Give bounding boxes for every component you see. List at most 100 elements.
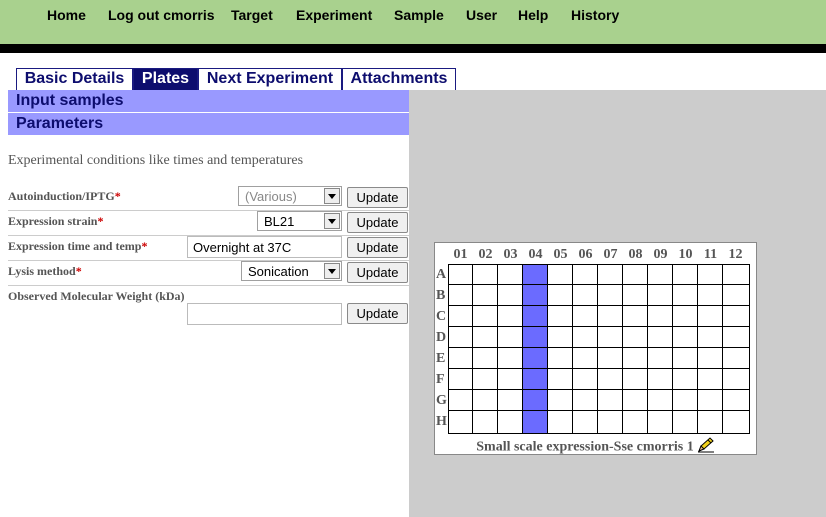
parameters-header[interactable]: Parameters bbox=[8, 112, 409, 135]
tab-basic-details[interactable]: Basic Details bbox=[16, 68, 133, 90]
tab-plates[interactable]: Plates bbox=[133, 68, 198, 90]
plate-well-F06[interactable] bbox=[573, 369, 598, 390]
plate-well-F09[interactable] bbox=[648, 369, 673, 390]
plate-well-C04[interactable] bbox=[523, 306, 548, 327]
plate-well-G04[interactable] bbox=[523, 390, 548, 411]
nav-target-link[interactable]: Target bbox=[231, 7, 273, 23]
update-expression-time-button[interactable]: Update bbox=[347, 237, 408, 258]
lysis-method-select[interactable]: Sonication bbox=[241, 261, 342, 281]
plate-well-B12[interactable] bbox=[723, 285, 750, 306]
plate-well-G06[interactable] bbox=[573, 390, 598, 411]
plate-well-H11[interactable] bbox=[698, 411, 723, 434]
plate-well-H03[interactable] bbox=[498, 411, 523, 434]
plate-well-D09[interactable] bbox=[648, 327, 673, 348]
plate-well-E01[interactable] bbox=[448, 348, 473, 369]
plate-well-G07[interactable] bbox=[598, 390, 623, 411]
plate-well-E04[interactable] bbox=[523, 348, 548, 369]
plate-well-C02[interactable] bbox=[473, 306, 498, 327]
plate-well-F10[interactable] bbox=[673, 369, 698, 390]
plate-well-G03[interactable] bbox=[498, 390, 523, 411]
tab-next-experiment[interactable]: Next Experiment bbox=[198, 68, 342, 90]
plate-well-D01[interactable] bbox=[448, 327, 473, 348]
plate-well-C06[interactable] bbox=[573, 306, 598, 327]
plate-well-E02[interactable] bbox=[473, 348, 498, 369]
nav-experiment-link[interactable]: Experiment bbox=[296, 7, 372, 23]
plate-well-D11[interactable] bbox=[698, 327, 723, 348]
expression-strain-select[interactable]: BL21 bbox=[257, 211, 342, 231]
plate-well-E06[interactable] bbox=[573, 348, 598, 369]
plate-well-D05[interactable] bbox=[548, 327, 573, 348]
plate-well-D07[interactable] bbox=[598, 327, 623, 348]
plate-well-H06[interactable] bbox=[573, 411, 598, 434]
plate-well-G12[interactable] bbox=[723, 390, 750, 411]
plate-well-E03[interactable] bbox=[498, 348, 523, 369]
plate-well-C12[interactable] bbox=[723, 306, 750, 327]
plate-well-E07[interactable] bbox=[598, 348, 623, 369]
molecular-weight-input[interactable] bbox=[187, 303, 342, 325]
plate-well-H09[interactable] bbox=[648, 411, 673, 434]
plate-well-G05[interactable] bbox=[548, 390, 573, 411]
plate-well-A03[interactable] bbox=[498, 264, 523, 285]
plate-well-F03[interactable] bbox=[498, 369, 523, 390]
plate-well-C08[interactable] bbox=[623, 306, 648, 327]
plate-well-H08[interactable] bbox=[623, 411, 648, 434]
plate-well-D02[interactable] bbox=[473, 327, 498, 348]
plate-well-G08[interactable] bbox=[623, 390, 648, 411]
plate-well-A06[interactable] bbox=[573, 264, 598, 285]
plate-well-A07[interactable] bbox=[598, 264, 623, 285]
plate-well-C11[interactable] bbox=[698, 306, 723, 327]
plate-well-B06[interactable] bbox=[573, 285, 598, 306]
plate-well-H07[interactable] bbox=[598, 411, 623, 434]
plate-well-A01[interactable] bbox=[448, 264, 473, 285]
plate-well-G09[interactable] bbox=[648, 390, 673, 411]
plate-well-C01[interactable] bbox=[448, 306, 473, 327]
plate-well-E09[interactable] bbox=[648, 348, 673, 369]
plate-well-D06[interactable] bbox=[573, 327, 598, 348]
plate-well-E10[interactable] bbox=[673, 348, 698, 369]
plate-well-A09[interactable] bbox=[648, 264, 673, 285]
nav-home-link[interactable]: Home bbox=[47, 7, 86, 23]
plate-well-E12[interactable] bbox=[723, 348, 750, 369]
plate-well-F01[interactable] bbox=[448, 369, 473, 390]
plate-well-E11[interactable] bbox=[698, 348, 723, 369]
plate-well-A08[interactable] bbox=[623, 264, 648, 285]
plate-well-G01[interactable] bbox=[448, 390, 473, 411]
plate-well-B01[interactable] bbox=[448, 285, 473, 306]
plate-well-F05[interactable] bbox=[548, 369, 573, 390]
plate-well-G10[interactable] bbox=[673, 390, 698, 411]
plate-well-H01[interactable] bbox=[448, 411, 473, 434]
plate-well-F12[interactable] bbox=[723, 369, 750, 390]
plate-well-B07[interactable] bbox=[598, 285, 623, 306]
autoinduction-select[interactable]: (Various) bbox=[238, 186, 342, 206]
plate-well-F07[interactable] bbox=[598, 369, 623, 390]
plate-well-H10[interactable] bbox=[673, 411, 698, 434]
plate-well-H05[interactable] bbox=[548, 411, 573, 434]
plate-well-F04[interactable] bbox=[523, 369, 548, 390]
plate-well-F08[interactable] bbox=[623, 369, 648, 390]
nav-logout-link[interactable]: Log out cmorris bbox=[108, 7, 215, 23]
pencil-icon[interactable] bbox=[697, 437, 715, 458]
plate-well-D03[interactable] bbox=[498, 327, 523, 348]
plate-well-C10[interactable] bbox=[673, 306, 698, 327]
plate-well-G11[interactable] bbox=[698, 390, 723, 411]
plate-well-C05[interactable] bbox=[548, 306, 573, 327]
plate-well-A04[interactable] bbox=[523, 264, 548, 285]
nav-sample-link[interactable]: Sample bbox=[394, 7, 444, 23]
plate-well-F02[interactable] bbox=[473, 369, 498, 390]
plate-well-A10[interactable] bbox=[673, 264, 698, 285]
nav-help-link[interactable]: Help bbox=[518, 7, 548, 23]
plate-well-B02[interactable] bbox=[473, 285, 498, 306]
plate-well-B03[interactable] bbox=[498, 285, 523, 306]
plate-well-A12[interactable] bbox=[723, 264, 750, 285]
plate-well-D08[interactable] bbox=[623, 327, 648, 348]
plate-well-D10[interactable] bbox=[673, 327, 698, 348]
plate-well-E08[interactable] bbox=[623, 348, 648, 369]
plate-well-D12[interactable] bbox=[723, 327, 750, 348]
plate-well-C07[interactable] bbox=[598, 306, 623, 327]
plate-well-E05[interactable] bbox=[548, 348, 573, 369]
plate-well-D04[interactable] bbox=[523, 327, 548, 348]
update-molecular-weight-button[interactable]: Update bbox=[347, 303, 408, 324]
plate-well-A02[interactable] bbox=[473, 264, 498, 285]
plate-well-H02[interactable] bbox=[473, 411, 498, 434]
plate-well-C03[interactable] bbox=[498, 306, 523, 327]
